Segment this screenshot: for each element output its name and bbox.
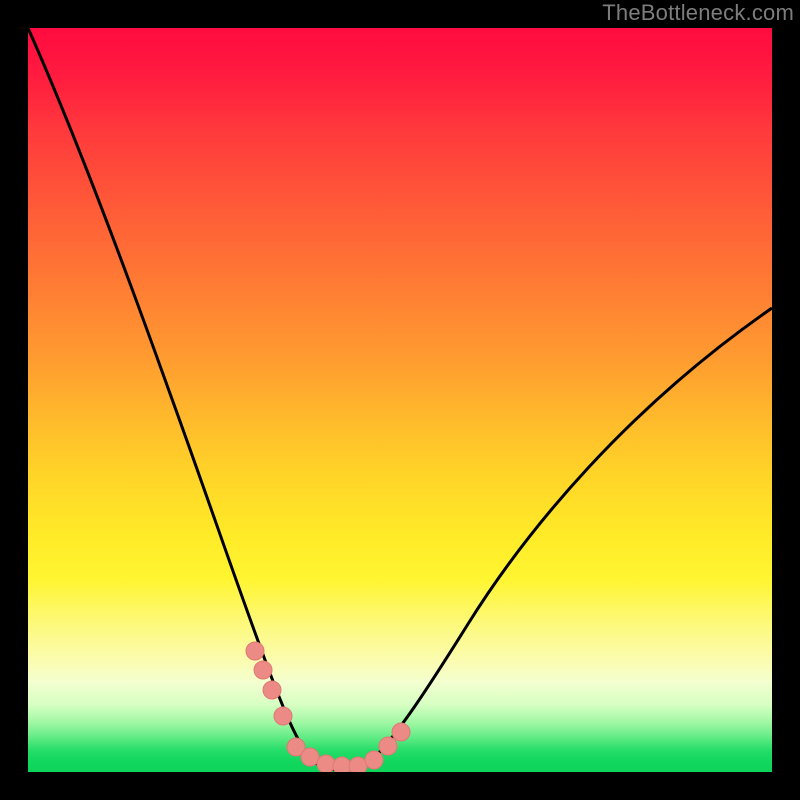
plot-area: [28, 28, 772, 772]
bottleneck-curve: [28, 28, 772, 770]
chart-frame: TheBottleneck.com: [0, 0, 800, 800]
watermark-text: TheBottleneck.com: [602, 0, 794, 26]
curve-svg: [28, 28, 772, 772]
right-pink-marker: [379, 723, 410, 755]
left-pink-marker: [246, 642, 292, 725]
bottom-pink-marker: [287, 738, 383, 772]
